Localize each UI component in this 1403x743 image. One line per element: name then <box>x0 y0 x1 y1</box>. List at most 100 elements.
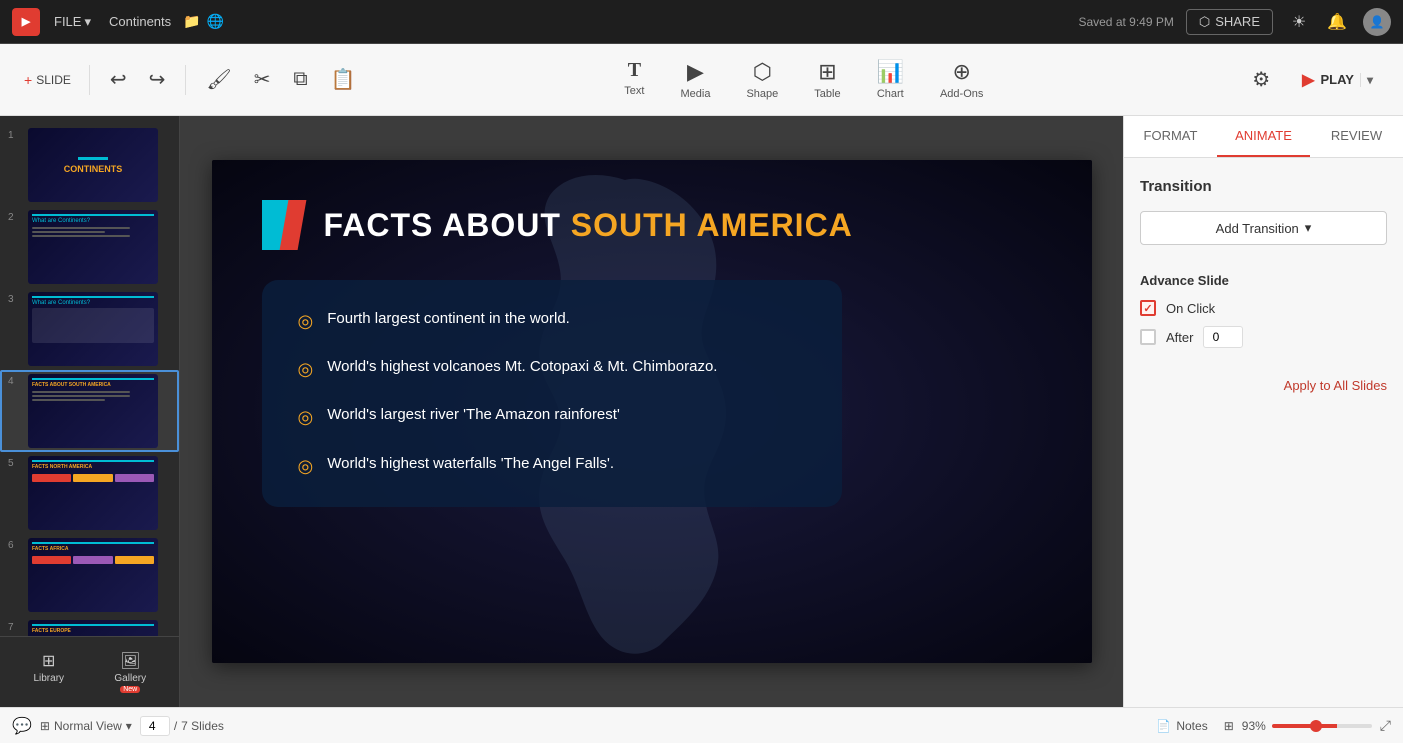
folder-icon[interactable]: 📁 <box>183 13 200 30</box>
add-transition-button[interactable]: Add Transition ▾ <box>1140 211 1387 245</box>
slide-number: 2 <box>8 210 22 223</box>
slide-item[interactable]: 3 What are Continents? <box>0 288 179 370</box>
thumb-line <box>32 395 130 397</box>
notes-label: Notes <box>1176 719 1207 733</box>
shape-tool[interactable]: ⬡ Shape <box>732 53 792 106</box>
slide-thumbnail: What are Continents? <box>28 210 158 284</box>
new-badge: New <box>120 686 140 693</box>
thumb-heading: FACTS EUROPE <box>32 628 154 634</box>
slide-item[interactable]: 2 What are Continents? <box>0 206 179 288</box>
add-transition-label: Add Transition <box>1216 221 1299 236</box>
slide-item[interactable]: 6 FACTS AFRICA <box>0 534 179 616</box>
slide-thumbnail: FACTS NORTH AMERICA <box>28 456 158 530</box>
slide-number: 5 <box>8 456 22 469</box>
redo-button[interactable]: ↪ <box>139 61 176 98</box>
current-slide-input[interactable] <box>140 716 170 736</box>
gallery-icon: 🖼 <box>120 651 140 671</box>
thumb-bar <box>32 378 154 380</box>
slide-separator: / <box>174 719 177 733</box>
expand-icon[interactable]: ⤢ <box>1380 717 1391 734</box>
view-mode-button[interactable]: ⊞ Normal View ▾ <box>40 719 132 733</box>
share-button[interactable]: ⬡ SHARE <box>1186 9 1273 35</box>
thumb-bars <box>32 556 154 564</box>
doc-title: Continents <box>109 14 171 29</box>
thumb-accent <box>78 157 108 160</box>
paint-roller-button[interactable]: 🖌 <box>196 61 241 98</box>
saved-status: Saved at 9:49 PM <box>1078 15 1173 29</box>
thumb-bar <box>32 460 154 462</box>
share-label: SHARE <box>1215 14 1260 29</box>
table-tool[interactable]: ⊞ Table <box>800 53 854 106</box>
thumb-bar-item <box>73 474 112 482</box>
apply-all-button[interactable]: Apply to All Slides <box>1140 378 1387 393</box>
tab-review[interactable]: REVIEW <box>1310 116 1403 157</box>
text-tool[interactable]: T Text <box>610 53 658 106</box>
shape-label: Shape <box>746 88 778 100</box>
globe-icon[interactable]: 🌐 <box>207 13 224 30</box>
cut-button[interactable]: ✂ <box>244 61 281 98</box>
slide-item[interactable]: 5 FACTS NORTH AMERICA <box>0 452 179 534</box>
text-label: Text <box>624 85 644 97</box>
library-button[interactable]: ⊞ Library <box>8 647 90 697</box>
after-row: After <box>1140 326 1387 348</box>
settings-button[interactable]: ⚙ <box>1242 61 1280 98</box>
slide-number: 3 <box>8 292 22 305</box>
fit-button[interactable]: ⊞ <box>1224 719 1234 733</box>
file-chevron-icon: ▾ <box>84 14 91 30</box>
view-mode-label: Normal View <box>54 719 122 733</box>
sun-icon[interactable]: ☀ <box>1285 8 1313 36</box>
addons-icon: ⊕ <box>952 59 970 85</box>
addons-tool[interactable]: ⊕ Add-Ons <box>926 53 997 106</box>
thumb-bar-item <box>115 474 154 482</box>
copy-button[interactable]: ⧉ <box>283 62 319 97</box>
after-checkbox[interactable] <box>1140 329 1156 345</box>
on-click-checkbox[interactable] <box>1140 300 1156 316</box>
view-mode-icon: ⊞ <box>40 719 50 733</box>
tab-animate[interactable]: ANIMATE <box>1217 116 1310 157</box>
play-dropdown-icon[interactable]: ▾ <box>1360 73 1373 87</box>
bell-icon[interactable]: 🔔 <box>1323 8 1351 36</box>
undo-icon: ↩ <box>110 67 127 92</box>
undo-button[interactable]: ↩ <box>100 61 137 98</box>
fact-bullet-icon: ◎ <box>298 309 314 334</box>
fact-item: ◎ Fourth largest continent in the world. <box>298 308 806 334</box>
slide-panel-bottom: ⊞ Library 🖼 Gallery New <box>0 636 179 707</box>
notes-button[interactable]: 📄 Notes <box>1156 719 1207 733</box>
slide-canvas: FACTS ABOUT SOUTH AMERICA ◎ Fourth large… <box>212 160 1092 663</box>
slide-item[interactable]: 1 CONTINENTS <box>0 124 179 206</box>
table-icon: ⊞ <box>818 59 836 85</box>
thumb-line <box>32 227 130 229</box>
thumb-bar-item <box>32 474 71 482</box>
paste-button[interactable]: 📋 <box>321 61 366 98</box>
view-mode-chevron-icon: ▾ <box>126 719 132 733</box>
after-input[interactable] <box>1203 326 1243 348</box>
tab-format[interactable]: FORMAT <box>1124 116 1217 157</box>
thumb-bar-item <box>115 556 154 564</box>
avatar[interactable]: 👤 <box>1363 8 1391 36</box>
gallery-button[interactable]: 🖼 Gallery New <box>90 647 172 697</box>
slide-thumbnail: FACTS AFRICA <box>28 538 158 612</box>
gallery-label: Gallery <box>114 673 146 684</box>
zoom-slider[interactable] <box>1272 724 1372 728</box>
slide-panel: 1 CONTINENTS 2 What are Continents? <box>0 116 180 707</box>
chart-tool[interactable]: 📊 Chart <box>863 53 918 106</box>
paint-roller-icon: 🖌 <box>206 67 231 92</box>
accent-shape <box>262 200 312 250</box>
app-logo: ▶ <box>12 8 40 36</box>
table-label: Table <box>814 88 840 100</box>
toolbar-center: T Text ▶ Media ⬡ Shape ⊞ Table 📊 Chart ⊕… <box>365 53 1242 106</box>
fact-bullet-icon: ◎ <box>298 357 314 382</box>
total-slides-label: 7 Slides <box>181 719 224 733</box>
file-menu-button[interactable]: FILE ▾ <box>48 11 97 33</box>
slide-item[interactable]: 4 FACTS ABOUT SOUTH AMERICA <box>0 370 179 452</box>
media-tool[interactable]: ▶ Media <box>666 53 724 106</box>
slide-thumbnail: FACTS ABOUT SOUTH AMERICA <box>28 374 158 448</box>
toolbar-left: + SLIDE ↩ ↪ 🖌 ✂ ⧉ 📋 <box>16 61 365 98</box>
add-slide-button[interactable]: + SLIDE <box>16 68 79 92</box>
toolbar-right: ⚙ ▶ PLAY ▾ <box>1242 61 1387 98</box>
chat-icon[interactable]: 💬 <box>12 716 32 736</box>
play-button[interactable]: ▶ PLAY ▾ <box>1288 64 1387 96</box>
slide-item[interactable]: 7 FACTS EUROPE <box>0 616 179 636</box>
plus-icon: + <box>24 72 32 88</box>
cut-icon: ✂ <box>254 67 271 92</box>
